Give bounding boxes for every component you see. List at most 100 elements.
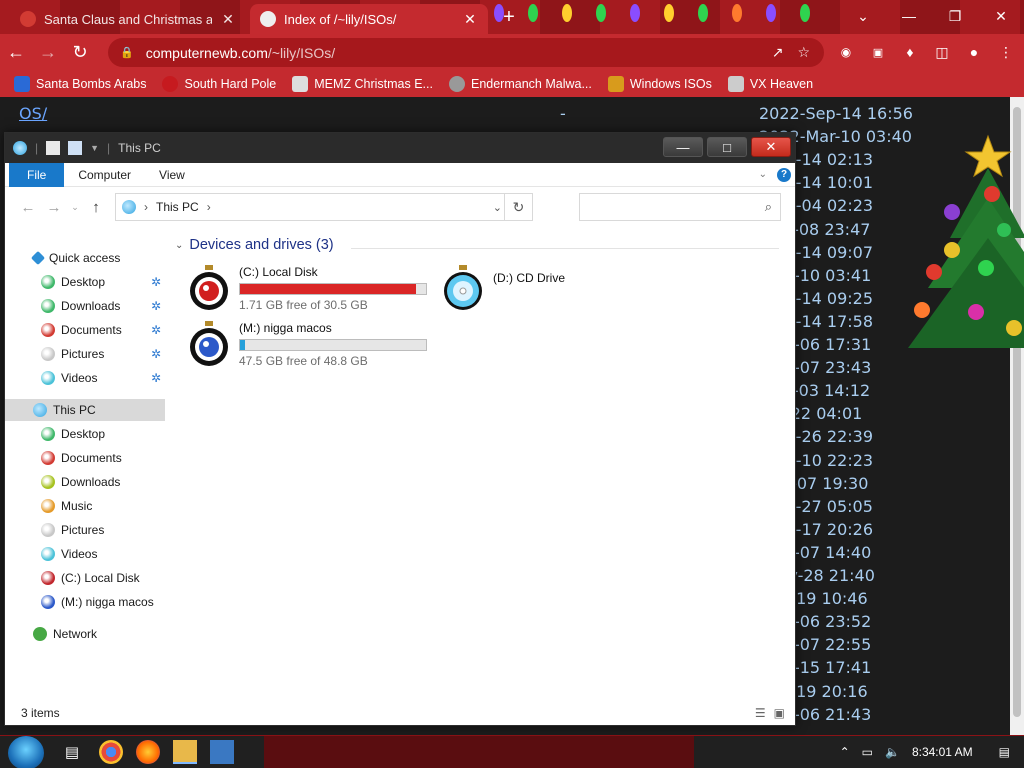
s-extension-icon[interactable]: ▣ bbox=[866, 38, 890, 66]
chevron-right-icon[interactable]: › bbox=[144, 200, 148, 214]
drive-c[interactable]: (C:) Local Disk 1.71 GB free of 30.5 GB bbox=[187, 265, 427, 312]
nav-item-pictures[interactable]: Pictures ✲ bbox=[5, 343, 165, 365]
back-arrow-icon[interactable]: ← bbox=[15, 199, 41, 216]
vm-monitor-icon[interactable] bbox=[210, 740, 234, 764]
firefox-icon[interactable] bbox=[136, 740, 160, 764]
show-hidden-icons-icon[interactable]: ⌃ bbox=[840, 745, 850, 759]
chevron-right-icon[interactable]: › bbox=[207, 200, 211, 214]
tab-close-icon[interactable]: ✕ bbox=[462, 11, 478, 28]
bookmark-vx-heaven[interactable]: VX Heaven bbox=[727, 76, 813, 92]
side-panel-icon[interactable]: ◫ bbox=[930, 38, 954, 66]
bookmark-star-icon[interactable]: ☆ bbox=[797, 44, 810, 61]
start-button[interactable] bbox=[8, 736, 44, 768]
breadcrumb-this-pc[interactable]: This PC bbox=[156, 200, 199, 214]
devices-group-header[interactable]: ⌄ Devices and drives (3) bbox=[175, 237, 334, 253]
chrome-icon[interactable] bbox=[99, 740, 123, 764]
nav-item-music[interactable]: Music bbox=[5, 495, 165, 517]
bookmark-south-hard-pole[interactable]: South Hard Pole bbox=[162, 76, 276, 92]
nav-this-pc[interactable]: This PC bbox=[5, 399, 165, 421]
bookmark-endermanch[interactable]: Endermanch Malwa... bbox=[448, 76, 592, 92]
raccoon-icon bbox=[448, 76, 465, 92]
profile-avatar-icon[interactable]: ● bbox=[962, 38, 986, 66]
customize-quick-access-icon[interactable]: ▼ bbox=[90, 143, 99, 153]
clock[interactable]: 8:34:01 AM bbox=[912, 745, 973, 759]
nav-quick-access[interactable]: Quick access bbox=[5, 247, 165, 269]
help-icon[interactable]: ? bbox=[777, 167, 791, 182]
minimize-button[interactable]: — bbox=[663, 137, 703, 157]
pin-icon[interactable]: ✲ bbox=[151, 371, 161, 385]
volume-icon[interactable]: 🔈 bbox=[885, 745, 900, 759]
share-icon[interactable]: ↗ bbox=[772, 44, 784, 61]
tab-view[interactable]: View bbox=[145, 163, 199, 187]
large-icons-view-icon[interactable]: ▣ bbox=[774, 706, 785, 720]
badge-icon bbox=[727, 76, 744, 92]
listing-row: OS/ - 2022-Sep-14 16:56 bbox=[0, 104, 1000, 127]
nav-network[interactable]: Network bbox=[5, 623, 165, 645]
tab-file[interactable]: File bbox=[9, 162, 65, 187]
maximize-button[interactable]: □ bbox=[707, 137, 747, 157]
explorer-address-bar[interactable]: › This PC › ⌄ ↻ bbox=[115, 193, 533, 221]
toolbar-extensions: ◉ ▣ ♦ ◫ ● ⋮ bbox=[834, 38, 1018, 66]
explorer-title-bar: | ▼ | This PC — □ ✕ bbox=[5, 133, 795, 163]
new-folder-icon[interactable] bbox=[68, 141, 83, 155]
task-view-icon[interactable]: ▤ bbox=[60, 740, 84, 764]
bookmark-windows-isos[interactable]: Windows ISOs bbox=[607, 76, 712, 92]
recent-locations-icon[interactable]: ⌄ bbox=[67, 202, 83, 213]
ornament-folder-icon bbox=[41, 475, 55, 489]
pin-icon[interactable]: ✲ bbox=[151, 299, 161, 313]
forward-arrow-icon[interactable]: → bbox=[41, 199, 67, 216]
nav-item-documents[interactable]: Documents ✲ bbox=[5, 319, 165, 341]
expand-ribbon-icon[interactable]: ⌄ bbox=[759, 169, 767, 180]
forward-arrow-icon[interactable]: → bbox=[32, 37, 64, 69]
close-window-button[interactable]: ✕ bbox=[978, 0, 1024, 32]
tab-index-isos[interactable]: Index of /~lily/ISOs/ ✕ bbox=[250, 4, 488, 34]
properties-icon[interactable] bbox=[46, 141, 61, 155]
ribbon-tabs: File Computer View ⌄ ? bbox=[5, 162, 795, 187]
nav-item-m-nigga-macos[interactable]: (M:) nigga macos bbox=[5, 591, 165, 613]
pin-icon[interactable]: ✲ bbox=[151, 275, 161, 289]
up-arrow-icon[interactable]: ↑ bbox=[83, 199, 109, 216]
tab-computer[interactable]: Computer bbox=[64, 163, 145, 187]
nav-item-pictures[interactable]: Pictures bbox=[5, 519, 165, 541]
file-explorer-icon[interactable] bbox=[173, 740, 197, 764]
tab-search-button[interactable]: ⌄ bbox=[840, 0, 886, 32]
search-icon: ⌕ bbox=[764, 199, 772, 214]
search-input[interactable]: ⌕ bbox=[579, 193, 781, 221]
nav-item-downloads[interactable]: Downloads ✲ bbox=[5, 295, 165, 317]
flag-extension-icon[interactable]: ◉ bbox=[834, 38, 858, 66]
tab-close-icon[interactable]: ✕ bbox=[220, 11, 236, 28]
new-tab-button[interactable]: + bbox=[498, 6, 520, 29]
nav-item-videos[interactable]: Videos ✲ bbox=[5, 367, 165, 389]
bookmark-santa-bombs[interactable]: Santa Bombs Arabs bbox=[14, 76, 146, 92]
network-icon[interactable]: ▭ bbox=[862, 745, 873, 759]
browser-window-controls: ⌄ — ❐ ✕ bbox=[840, 0, 1024, 34]
pin-icon[interactable]: ✲ bbox=[151, 347, 161, 361]
drive-m[interactable]: (M:) nigga macos 47.5 GB free of 48.8 GB bbox=[187, 321, 427, 368]
close-button[interactable]: ✕ bbox=[751, 137, 791, 157]
pin-icon[interactable]: ✲ bbox=[151, 323, 161, 337]
menu-kebab-icon[interactable]: ⋮ bbox=[994, 38, 1018, 66]
refresh-icon[interactable]: ↻ bbox=[504, 194, 532, 220]
nav-item-c-local-disk[interactable]: (C:) Local Disk bbox=[5, 567, 165, 589]
chevron-down-icon[interactable]: ⌄ bbox=[493, 201, 502, 214]
nav-item-downloads[interactable]: Downloads bbox=[5, 471, 165, 493]
details-view-icon[interactable]: ☰ bbox=[755, 706, 766, 720]
restore-button[interactable]: ❐ bbox=[932, 0, 978, 32]
chevron-down-icon[interactable]: ⌄ bbox=[175, 240, 183, 251]
nav-item-desktop[interactable]: Desktop bbox=[5, 423, 165, 445]
listing-link-os[interactable]: OS/ bbox=[19, 104, 47, 123]
puzzle-extensions-icon[interactable]: ♦ bbox=[898, 38, 922, 66]
bookmark-memz[interactable]: MEMZ Christmas E... bbox=[292, 76, 433, 92]
tab-santa-claus[interactable]: Santa Claus and Christmas at th ✕ bbox=[10, 4, 246, 34]
address-bar[interactable]: 🔒 computernewb.com/~lily/ISOs/ ↗ ☆ bbox=[108, 38, 824, 67]
minimize-button[interactable]: — bbox=[886, 0, 932, 32]
back-arrow-icon[interactable]: ← bbox=[0, 37, 32, 69]
ornament-folder-icon bbox=[41, 523, 55, 537]
cd-drive-icon bbox=[444, 265, 482, 310]
reload-icon[interactable]: ↻ bbox=[64, 37, 96, 69]
nav-item-documents[interactable]: Documents bbox=[5, 447, 165, 469]
nav-item-desktop[interactable]: Desktop ✲ bbox=[5, 271, 165, 293]
notifications-icon[interactable]: ▤ bbox=[999, 745, 1010, 759]
drive-d[interactable]: (D:) CD Drive bbox=[441, 265, 565, 311]
nav-item-videos[interactable]: Videos bbox=[5, 543, 165, 565]
